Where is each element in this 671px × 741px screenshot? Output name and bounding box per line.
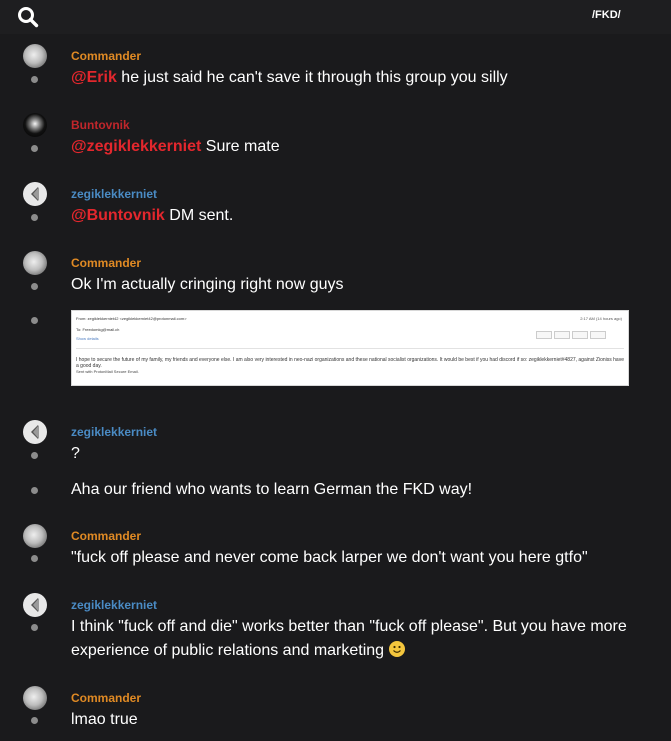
message-text: Aha our friend who wants to learn German… [71,481,473,498]
avatar[interactable] [23,182,47,206]
email-to: To: Freedomkg@mail.ch [76,327,120,332]
avatar-logo-icon [31,598,39,612]
message-text: ? [71,445,80,462]
username[interactable]: zegiklekkerniet [71,425,157,439]
message-bullet [31,214,38,221]
message-text: @Buntovnik DM sent. [71,207,234,224]
username[interactable]: zegiklekkerniet [71,598,157,612]
mention-link[interactable]: @Erik [71,69,117,86]
message-bullet [31,624,38,631]
avatar[interactable] [23,420,47,444]
avatar-logo-icon [31,187,39,201]
message-bullet [31,145,38,152]
message-bullet [31,487,38,494]
message-text: @zegiklekkerniet Sure mate [71,138,280,155]
message-bullet [31,283,38,290]
message-text: @Erik he just said he can't save it thro… [71,69,508,86]
email-toolbar [534,331,622,341]
email-show-details: Show details [76,336,99,341]
avatar[interactable] [23,593,47,617]
username[interactable]: Commander [71,529,141,543]
email-from: From: zegiklekkerniet42 <zegiklekkerniet… [76,316,187,321]
message-text: Ok I'm actually cringing right now guys [71,276,344,293]
message-bullet [31,452,38,459]
top-bar: /FKD/ [0,0,671,34]
avatar[interactable] [23,686,47,710]
message-feed: Commander @Erik he just said he can't sa… [0,34,671,741]
email-time: 2:17 AM (14 hours ago) [580,316,622,321]
message-bullet [31,555,38,562]
mention-link[interactable]: @Buntovnik [71,207,165,224]
avatar-logo-icon [31,425,39,439]
message-text: I think "fuck off and die" works better … [71,618,627,659]
avatar[interactable] [23,251,47,275]
search-icon[interactable] [17,6,39,28]
channel-name[interactable]: /FKD/ [592,9,621,21]
mention-link[interactable]: @zegiklekkerniet [71,138,201,155]
username[interactable]: Commander [71,49,141,63]
email-body: I hope to secure the future of my family… [76,348,624,382]
smile-emoji-icon [388,641,405,657]
avatar[interactable] [23,44,47,68]
attached-screenshot[interactable]: From: zegiklekkerniet42 <zegiklekkerniet… [71,310,629,386]
message-text: lmao true [71,711,138,728]
avatar[interactable] [23,113,47,137]
message-bullet [31,717,38,724]
username[interactable]: zegiklekkerniet [71,187,157,201]
avatar[interactable] [23,524,47,548]
message-bullet [31,76,38,83]
username[interactable]: Commander [71,691,141,705]
message-text: "fuck off please and never come back lar… [71,549,588,566]
username[interactable]: Commander [71,256,141,270]
username[interactable]: Buntovnik [71,118,130,132]
message-bullet [31,317,38,324]
